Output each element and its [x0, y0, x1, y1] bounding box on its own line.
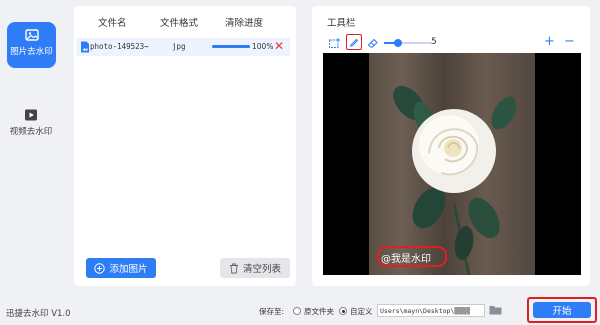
video-icon	[25, 109, 37, 121]
slider-handle[interactable]	[394, 39, 403, 47]
zoom-in-button[interactable]: +	[544, 34, 555, 49]
delete-icon[interactable]: ✕	[274, 39, 284, 53]
zoom-out-button[interactable]: −	[564, 34, 575, 49]
app-brand: 迅捷去水印 V1.0	[6, 309, 71, 319]
progress-percent: 100%	[252, 42, 274, 51]
nav-item-label: 视频去水印	[9, 127, 53, 137]
start-button[interactable]: 开始	[533, 302, 591, 318]
column-header-progress: 清除进度	[225, 18, 264, 29]
image-preview[interactable]: @我是水印	[323, 53, 581, 275]
file-name: photo-149523⋯	[90, 42, 149, 51]
file-row[interactable]: photo-149523⋯ jpg 100% ✕	[76, 38, 290, 56]
tool-row: 5 + −	[312, 34, 590, 52]
trash-icon	[229, 263, 238, 273]
eraser-icon[interactable]	[367, 37, 379, 49]
option-original-label: 原文件夹	[304, 307, 334, 316]
clear-list-button[interactable]: 清空列表	[220, 258, 290, 278]
clear-list-label: 清空列表	[242, 264, 281, 275]
save-to-label: 保存至:	[259, 307, 285, 316]
left-nav: 图片去水印 视频去水印	[0, 0, 62, 292]
image-file-icon	[81, 41, 89, 53]
rectangle-select-icon[interactable]	[329, 38, 340, 48]
progress-fill	[212, 45, 250, 48]
file-list-header: 文件名 文件格式 清除进度	[74, 15, 296, 29]
brush-size-value: 5	[431, 37, 437, 47]
tool-panel: 工具栏 5 + − @我是水印	[312, 6, 590, 286]
save-path-field[interactable]: Users\mayn\Desktop\▒▒▒▒	[377, 304, 485, 317]
image-icon	[24, 29, 39, 41]
file-list-panel: 文件名 文件格式 清除进度 photo-149523⋯ jpg 100% ✕ 添…	[74, 6, 296, 286]
file-format: jpg	[172, 42, 186, 51]
nav-item-video-watermark[interactable]: 视频去水印	[0, 102, 62, 148]
add-image-label: 添加图片	[109, 264, 148, 275]
preview-photo	[369, 53, 535, 275]
add-image-button[interactable]: 添加图片	[86, 258, 156, 278]
plus-circle-icon	[94, 262, 106, 274]
progress-bar	[212, 45, 250, 48]
option-custom-label: 自定义	[350, 307, 373, 316]
folder-icon[interactable]	[489, 305, 502, 315]
nav-item-label: 图片去水印	[10, 47, 53, 57]
pen-icon	[349, 38, 359, 47]
radio-custom[interactable]	[339, 307, 347, 315]
start-button-highlight: 开始	[527, 297, 597, 323]
toolbar-title: 工具栏	[327, 18, 356, 29]
rose-image	[393, 85, 517, 275]
radio-original-folder[interactable]	[293, 307, 301, 315]
nav-item-image-watermark[interactable]: 图片去水印	[7, 22, 56, 68]
watermark-text: @我是水印	[381, 254, 431, 265]
column-header-filename: 文件名	[98, 18, 127, 29]
brush-tool-button[interactable]	[346, 34, 362, 50]
brush-size-slider[interactable]	[384, 42, 432, 44]
column-header-format: 文件格式	[160, 18, 199, 29]
